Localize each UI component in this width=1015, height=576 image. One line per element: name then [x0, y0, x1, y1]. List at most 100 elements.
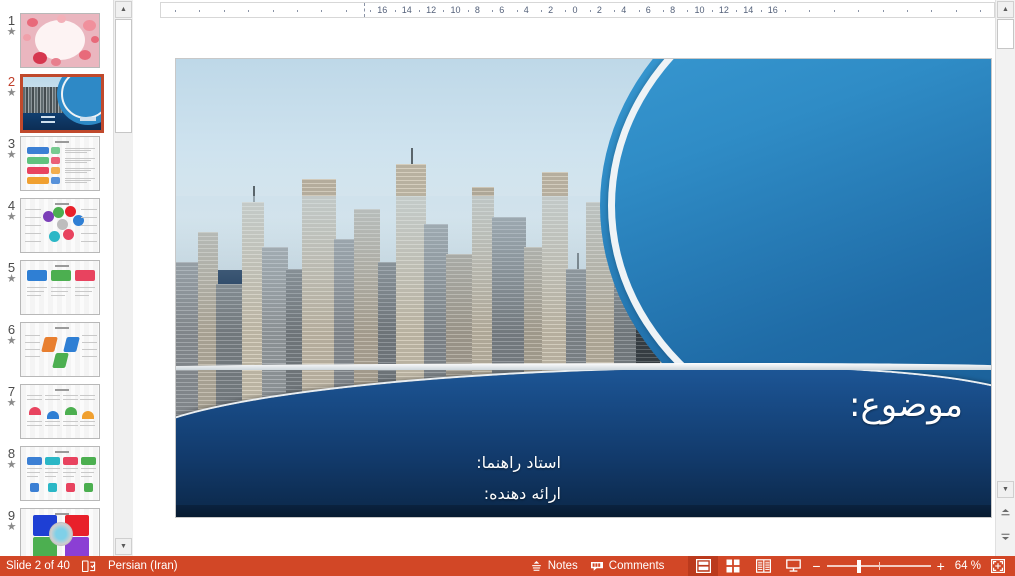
language-indicator[interactable]: Persian (Iran): [102, 556, 184, 576]
zoom-in-button[interactable]: +: [937, 558, 945, 574]
animation-star-icon[interactable]: ★: [7, 274, 17, 285]
fit-slide-to-window-button[interactable]: [987, 556, 1009, 576]
notes-icon: [530, 560, 543, 573]
animation-star-icon[interactable]: ★: [7, 336, 17, 347]
thumbnail-scrollbar[interactable]: ▲ ▼: [113, 0, 133, 556]
ruler-minor-tick: [199, 10, 200, 12]
next-slide-button[interactable]: [997, 528, 1014, 545]
text-line: [75, 287, 95, 288]
slide-counter[interactable]: Slide 2 of 40: [0, 556, 76, 576]
text-line: [51, 287, 71, 288]
thumbnail-preview[interactable]: [20, 260, 100, 315]
notes-button[interactable]: Notes: [524, 556, 584, 576]
thumbnail-slide-3[interactable]: 3★: [0, 136, 111, 198]
horizontal-ruler: 1614121086420246810121416: [160, 2, 995, 18]
chevron-up-icon: ▲: [120, 6, 127, 13]
slide-left-edge-marker: [364, 3, 365, 17]
scroll-up-button[interactable]: ▲: [997, 1, 1014, 18]
faint-background: [21, 447, 99, 500]
thumbnail-content: [21, 385, 99, 438]
thumbnail-scroll-up-button[interactable]: ▲: [115, 1, 132, 18]
thumbnail-preview[interactable]: [20, 136, 100, 191]
zoom-slider-thumb[interactable]: [857, 560, 861, 573]
text-line: [63, 399, 78, 400]
text-line: [82, 356, 97, 357]
thumbnail-preview[interactable]: [20, 322, 100, 377]
mini-title: [55, 141, 69, 143]
zoom-percentage-button[interactable]: 64 %: [949, 556, 987, 576]
thumbnail-slide-2[interactable]: 2★: [0, 74, 111, 136]
scrollbar-thumb[interactable]: [997, 19, 1014, 49]
slide-vertical-scrollbar[interactable]: ▲ ▼: [995, 0, 1015, 556]
callout-bubble: [75, 270, 95, 281]
node-circle: [57, 219, 68, 230]
thumbnail-slide-4[interactable]: 4★: [0, 198, 111, 260]
flower-decoration: [57, 15, 66, 23]
slide-show-button[interactable]: [778, 556, 808, 576]
slide-editing-area[interactable]: موضوع: استاد راهنما: ارائه دهنده:: [135, 22, 995, 556]
thumbnail-slide-1[interactable]: 1★: [0, 13, 111, 75]
animation-star-icon[interactable]: ★: [7, 212, 17, 223]
ruler-minor-tick: [419, 10, 420, 12]
text-line: [80, 421, 95, 422]
reading-view-button[interactable]: [748, 556, 778, 576]
ruler-minor-tick: [712, 10, 713, 12]
header-chip: [63, 457, 78, 465]
thumbnail-slide-9[interactable]: 9★: [0, 508, 111, 556]
mini-t3: [41, 121, 55, 123]
supervisor-label[interactable]: استاد راهنما:: [476, 453, 561, 472]
ruler-minor-tick: [736, 10, 737, 12]
animation-star-icon[interactable]: ★: [7, 150, 17, 161]
text-line: [63, 421, 78, 422]
zoom-slider[interactable]: [827, 556, 931, 576]
thumbnail-slide-8[interactable]: 8★: [0, 446, 111, 508]
slide-sorter-button[interactable]: [718, 556, 748, 576]
thumbnail-preview[interactable]: [20, 198, 100, 253]
animation-star-icon[interactable]: ★: [7, 27, 17, 38]
ruler-minor-tick: [639, 10, 640, 12]
accessibility-checker-button[interactable]: [76, 556, 102, 576]
thumbnail-preview[interactable]: [20, 74, 104, 133]
thumbnail-slide-6[interactable]: 6★: [0, 322, 111, 384]
text-line: [45, 399, 60, 400]
normal-view-button[interactable]: [688, 556, 718, 576]
animation-star-icon[interactable]: ★: [7, 88, 17, 99]
chip: [27, 147, 49, 154]
text-line: [27, 472, 40, 473]
thumbnail-preview[interactable]: [20, 508, 100, 556]
ruler-tick-label: 0: [573, 5, 578, 15]
text-line: [27, 476, 38, 477]
thumbnail-preview[interactable]: [20, 13, 100, 68]
text-line: [81, 233, 97, 234]
slide-title-placeholder[interactable]: موضوع:: [849, 385, 963, 425]
header-chip: [45, 457, 60, 465]
animation-star-icon[interactable]: ★: [7, 460, 17, 471]
thumbnail-preview[interactable]: [20, 384, 100, 439]
animation-star-icon[interactable]: ★: [7, 398, 17, 409]
thumbnail-preview[interactable]: [20, 446, 100, 501]
ruler-tick-label: 10: [695, 5, 705, 15]
zoom-out-button[interactable]: −: [812, 558, 820, 574]
ruler-minor-tick: [395, 10, 396, 12]
animation-star-icon[interactable]: ★: [7, 522, 17, 533]
thumbnail-slide-5[interactable]: 5★: [0, 260, 111, 322]
text-line: [25, 349, 40, 350]
thumbnail-content: [21, 323, 99, 376]
scroll-down-button[interactable]: ▼: [997, 481, 1014, 498]
thumbnail-scrollbar-thumb[interactable]: [115, 19, 132, 133]
presenter-label[interactable]: ارائه دهنده:: [484, 484, 561, 503]
ruler-minor-tick: [663, 10, 664, 12]
slide-thumbnail-pane[interactable]: 1★2★3★4★5★6★7★8★9★: [0, 0, 111, 556]
slide-counter-label: Slide 2 of 40: [6, 560, 70, 572]
comments-button[interactable]: Comments: [584, 556, 671, 576]
thumbnail-scroll-down-button[interactable]: ▼: [115, 538, 132, 555]
thumbnail-slide-7[interactable]: 7★: [0, 384, 111, 446]
node-circle: [49, 231, 60, 242]
text-line: [27, 468, 42, 469]
zoom-controls[interactable]: − +: [808, 556, 948, 576]
text-line: [63, 472, 76, 473]
ruler-tick-label: 2: [597, 5, 602, 15]
previous-slide-button[interactable]: [997, 504, 1014, 521]
current-slide[interactable]: موضوع: استاد راهنما: ارائه دهنده:: [175, 58, 992, 518]
text-line: [25, 217, 41, 218]
